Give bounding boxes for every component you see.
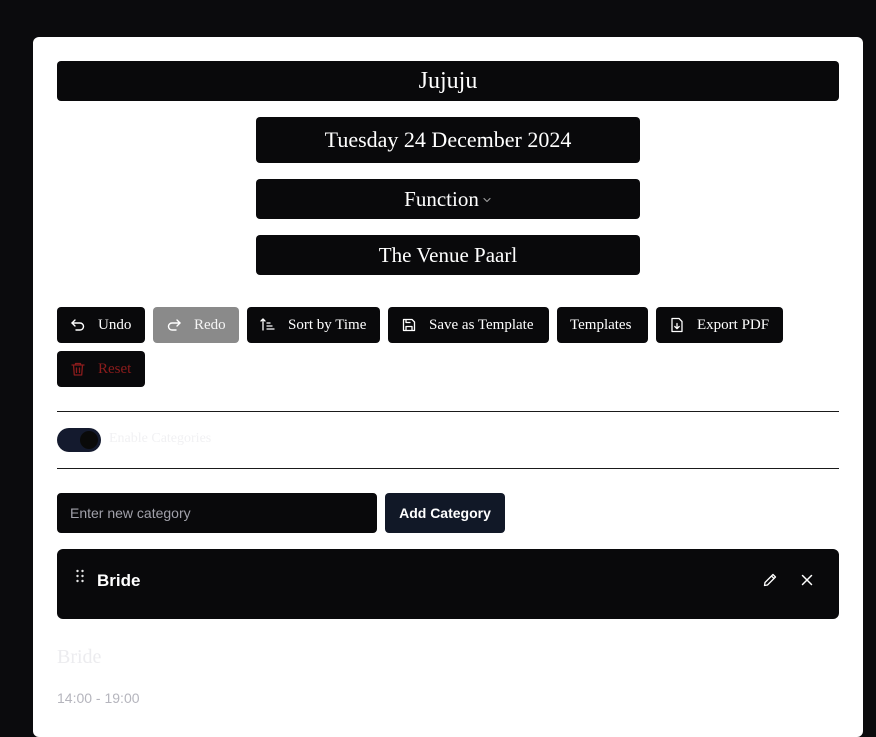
save-template-label: Save as Template bbox=[429, 316, 534, 333]
event-title[interactable]: Jujuju bbox=[57, 61, 839, 101]
event-date[interactable]: Tuesday 24 December 2024 bbox=[256, 117, 640, 163]
reset-label: Reset bbox=[98, 360, 132, 377]
templates-button[interactable]: Templates bbox=[557, 307, 648, 343]
save-icon bbox=[402, 318, 416, 332]
sort-label: Sort by Time bbox=[288, 316, 367, 333]
undo-button[interactable]: Undo bbox=[57, 307, 145, 343]
save-as-template-button[interactable]: Save as Template bbox=[388, 307, 549, 343]
undo-icon bbox=[71, 319, 85, 331]
category-section-heading: Bride bbox=[57, 646, 102, 668]
undo-label: Undo bbox=[98, 316, 132, 333]
time-range: 14:00 - 19:00 bbox=[57, 690, 140, 706]
chevron-down-icon bbox=[483, 197, 491, 203]
event-venue-text: The Venue Paarl bbox=[378, 242, 518, 267]
pencil-icon[interactable] bbox=[762, 572, 778, 588]
close-icon[interactable] bbox=[800, 573, 814, 587]
sort-ascending-icon bbox=[260, 318, 275, 331]
enable-categories-toggle[interactable] bbox=[57, 428, 101, 452]
toggle-knob bbox=[80, 431, 98, 449]
redo-button[interactable]: Redo bbox=[153, 307, 239, 343]
templates-label: Templates bbox=[570, 316, 632, 333]
event-date-text: Tuesday 24 December 2024 bbox=[324, 127, 572, 152]
add-category-button[interactable]: Add Category bbox=[385, 493, 505, 533]
new-category-input[interactable] bbox=[57, 493, 377, 533]
divider-top bbox=[57, 411, 839, 412]
trash-icon bbox=[71, 362, 85, 376]
redo-label: Redo bbox=[194, 316, 226, 333]
event-type-select[interactable]: Function bbox=[256, 179, 640, 219]
category-item[interactable]: Bride bbox=[57, 549, 839, 619]
enable-categories-label: Enable Categories bbox=[109, 431, 212, 446]
event-type-text: Function bbox=[404, 186, 479, 211]
export-pdf-button[interactable]: Export PDF bbox=[656, 307, 783, 343]
event-card: Jujuju Tuesday 24 December 2024 Function… bbox=[33, 37, 863, 737]
sort-by-time-button[interactable]: Sort by Time bbox=[247, 307, 380, 343]
drag-handle-icon[interactable] bbox=[75, 569, 85, 583]
redo-icon bbox=[167, 319, 181, 331]
divider-bottom bbox=[57, 468, 839, 469]
event-venue[interactable]: The Venue Paarl bbox=[256, 235, 640, 275]
reset-button[interactable]: Reset bbox=[57, 351, 145, 387]
file-download-icon bbox=[671, 317, 683, 333]
export-label: Export PDF bbox=[697, 316, 770, 333]
category-name: Bride bbox=[97, 571, 141, 590]
